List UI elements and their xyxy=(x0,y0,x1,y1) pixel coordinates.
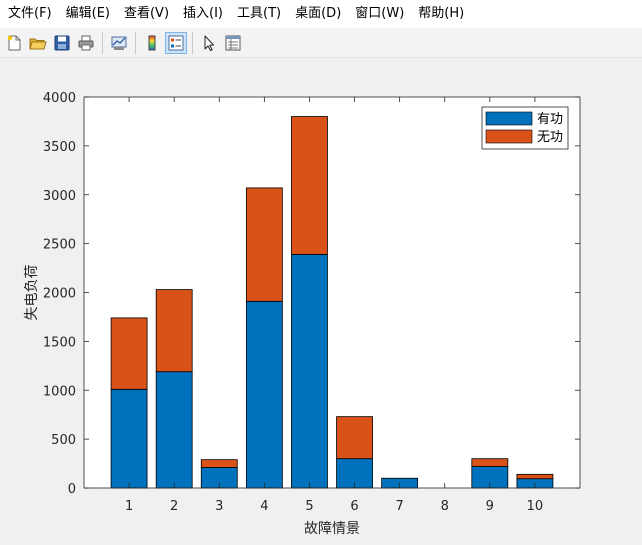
y-tick-label: 3500 xyxy=(43,140,76,155)
legend-icon xyxy=(168,35,184,50)
bar-reactive-10[interactable] xyxy=(516,473,554,480)
menu-view[interactable]: 查看(V) xyxy=(117,0,176,28)
menu-edit[interactable]: 编辑(E) xyxy=(59,0,117,28)
colorbar-button[interactable] xyxy=(141,32,163,54)
x-tick-label: 8 xyxy=(441,499,449,514)
link-plot-icon xyxy=(111,36,127,50)
x-tick-label: 7 xyxy=(395,499,403,514)
menu-window[interactable]: 窗口(W) xyxy=(348,0,411,28)
bar-reactive-9[interactable] xyxy=(471,458,509,467)
y-tick-label: 4000 xyxy=(43,91,76,106)
bar-active-1[interactable] xyxy=(110,388,148,489)
menu-file[interactable]: 文件(F) xyxy=(0,0,59,28)
x-tick-label: 10 xyxy=(527,499,544,514)
property-inspector-button[interactable] xyxy=(222,32,244,54)
bar-reactive-4[interactable] xyxy=(245,187,283,302)
y-tick-label: 500 xyxy=(51,433,76,448)
x-axis-label: 故障情景 xyxy=(304,521,360,537)
legend-swatch xyxy=(485,129,533,144)
bar-reactive-6[interactable] xyxy=(336,416,373,460)
link-plot-button[interactable] xyxy=(108,32,130,54)
bar-reactive-2[interactable] xyxy=(155,289,193,373)
legend-label: 有功 xyxy=(537,112,563,127)
bar-chart[interactable]: 0 500 1000 1500 2000 2500 3000 3500 4000 1 2 3 4 5 6 7 8… xyxy=(0,58,642,541)
select-arrow-icon xyxy=(204,35,214,51)
toolbar-separator xyxy=(102,31,103,54)
open-file-icon xyxy=(29,38,47,49)
bar-reactive-3[interactable] xyxy=(200,459,238,468)
colorbar-icon xyxy=(148,35,156,50)
y-axis-label: 失电负荷 xyxy=(24,265,40,321)
toolbar-separator xyxy=(192,31,193,54)
y-tick-label: 1000 xyxy=(43,384,76,399)
select-arrow-button[interactable] xyxy=(198,32,220,54)
print-icon xyxy=(78,35,94,50)
x-tick-label: 4 xyxy=(260,499,268,514)
y-tick-label: 0 xyxy=(68,482,76,497)
bar-active-5[interactable] xyxy=(291,253,328,489)
figure-canvas[interactable]: 0 500 1000 1500 2000 2500 3000 3500 4000 1 2 3 4 5 6 7 8… xyxy=(0,58,642,541)
x-tick-label: 9 xyxy=(486,499,494,514)
x-tick-label: 1 xyxy=(125,499,133,514)
legend-swatch xyxy=(485,111,533,126)
y-tick-label: 2000 xyxy=(43,287,76,302)
bar-active-4[interactable] xyxy=(245,300,283,489)
x-tick-label: 3 xyxy=(215,499,223,514)
x-tick-label: 6 xyxy=(350,499,358,514)
legend-label: 无功 xyxy=(537,130,563,145)
new-figure-button[interactable] xyxy=(3,32,25,54)
x-tick-label: 5 xyxy=(305,499,313,514)
toolbar-separator xyxy=(135,31,136,54)
menu-tools[interactable]: 工具(T) xyxy=(230,0,288,28)
save-button[interactable] xyxy=(51,32,73,54)
new-figure-icon xyxy=(7,35,21,50)
bar-active-2[interactable] xyxy=(155,371,193,489)
legend-button[interactable] xyxy=(165,31,187,54)
menu-insert[interactable]: 插入(I) xyxy=(176,0,230,28)
figure-toolbar xyxy=(0,28,642,58)
print-button[interactable] xyxy=(75,32,97,54)
menu-help[interactable]: 帮助(H) xyxy=(411,0,471,28)
y-tick-label: 3000 xyxy=(43,189,76,204)
property-inspector-icon xyxy=(225,35,241,50)
menu-desktop[interactable]: 桌面(D) xyxy=(288,0,348,28)
bar-reactive-5[interactable] xyxy=(291,116,328,255)
menubar: 文件(F) 编辑(E) 查看(V) 插入(I) 工具(T) 桌面(D) 窗口(W… xyxy=(0,0,642,28)
bar-reactive-1[interactable] xyxy=(110,317,148,390)
x-tick-label: 2 xyxy=(170,499,178,514)
y-tick-label: 2500 xyxy=(43,238,76,253)
save-icon xyxy=(54,35,70,50)
open-file-button[interactable] xyxy=(27,32,49,54)
y-tick-label: 1500 xyxy=(43,335,76,350)
